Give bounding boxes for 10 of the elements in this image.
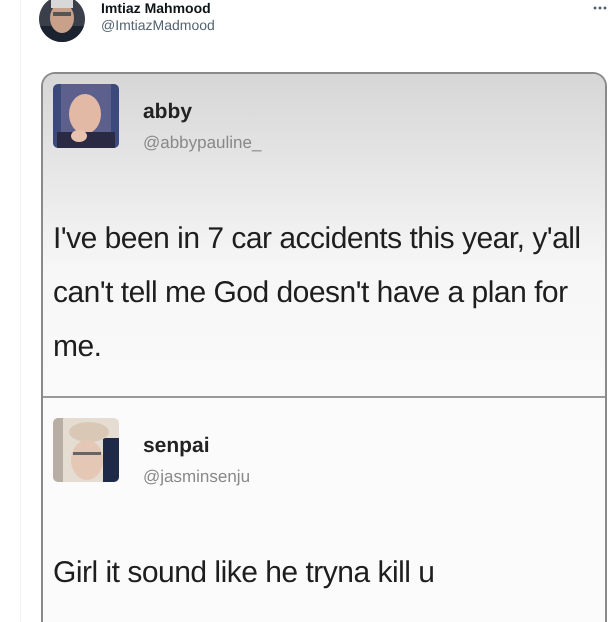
tweet-text: Girl it sound like he tryna kill u: [53, 555, 436, 591]
author-name[interactable]: Imtiaz Mahmood: [101, 0, 593, 16]
tweet-text: I've been in 7 car accidents this year, y'all can't tell me God doesn't have a plan for me.: [53, 221, 582, 365]
embedded-image[interactable]: abby @abbypauline_ I've been in 7 car accidents this year, y'all can't tell me God doesn't have a plan for me. senpai @jasminsenju Girl it sound like he tryna kill u: [41, 72, 607, 622]
author-handle[interactable]: @ImtiazMadmood: [101, 16, 593, 34]
tweet-author-handle: @abbypauline_: [143, 132, 262, 154]
tweet-author-name: abby: [143, 100, 194, 124]
tweet-author-handle: @jasminsenju: [143, 466, 250, 488]
more-icon[interactable]: [593, 6, 607, 10]
tweet-author-name: senpai: [143, 434, 211, 458]
